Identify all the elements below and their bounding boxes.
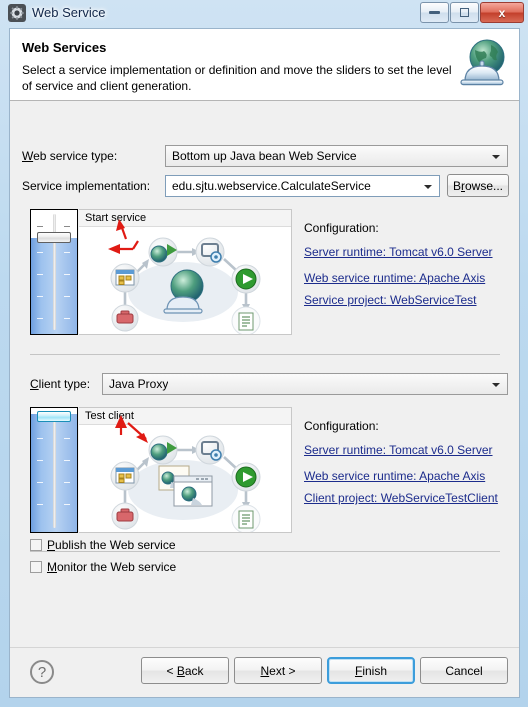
back-button[interactable]: < Back [141, 657, 229, 684]
web-service-type-value: Bottom up Java bean Web Service [172, 149, 357, 163]
window-controls: x [419, 2, 524, 23]
page-description: Select a service implementation or defin… [22, 63, 452, 93]
chevron-down-icon [492, 383, 500, 387]
back-label: < Back [166, 663, 204, 678]
publish-web-service-checkbox[interactable] [30, 539, 42, 551]
service-implementation-value: edu.sjtu.webservice.CalculateService [172, 179, 371, 193]
help-icon: ? [37, 663, 47, 681]
publish-web-service-label: Publish the Web service [47, 538, 176, 552]
close-button[interactable]: x [480, 2, 524, 23]
help-button[interactable]: ? [30, 660, 54, 684]
client-config-title: Configuration: [304, 419, 379, 433]
globe-service-icon [451, 33, 513, 95]
browse-label: Browse... [452, 178, 504, 193]
browse-button[interactable]: Browse... [447, 174, 509, 197]
service-slider-panel: Start service [30, 209, 292, 335]
next-button[interactable]: Next > [234, 657, 322, 684]
page-title: Web Services [22, 40, 107, 55]
client-type-combo[interactable]: Java Proxy [102, 373, 508, 395]
monitor-web-service-checkbox[interactable] [30, 561, 42, 573]
client-link-web-service-runtime[interactable]: Web service runtime: Apache Axis [304, 469, 485, 483]
finish-label: Finish [354, 663, 388, 678]
restore-button[interactable] [450, 2, 479, 23]
service-annotation-arrows [108, 219, 139, 254]
section-separator-1 [30, 354, 500, 355]
next-label: Next > [260, 663, 296, 678]
client-slider-rail [53, 412, 56, 528]
cancel-label: Cancel [445, 663, 483, 678]
service-config-title: Configuration: [304, 221, 379, 235]
minimize-icon [429, 11, 440, 14]
window-title: Web Service [32, 5, 106, 20]
web-service-wizard-window: Web Service x Web Services Select a serv… [0, 0, 528, 707]
web-service-type-label: Web service type: [22, 149, 118, 163]
wizard-header: Web Services Select a service implementa… [10, 29, 519, 101]
publish-web-service-row[interactable]: Publish the Web service [30, 538, 176, 552]
service-link-server-runtime[interactable]: Server runtime: Tomcat v6.0 Server [304, 245, 493, 259]
client-slider-panel: Test client [30, 407, 292, 533]
dialog-button-bar: ? < Back Next > Finish Cancel [10, 647, 519, 697]
dialog-body: Web Services Select a service implementa… [9, 28, 520, 698]
monitor-web-service-label: Monitor the Web service [47, 560, 177, 574]
service-link-web-service-runtime[interactable]: Web service runtime: Apache Axis [304, 271, 485, 285]
web-service-type-combo[interactable]: Bottom up Java bean Web Service [165, 145, 508, 167]
client-link-client-project[interactable]: Client project: WebServiceTestClient [304, 491, 498, 505]
service-implementation-label: Service implementation: [22, 179, 151, 193]
client-type-label: Client type: [30, 377, 91, 391]
minimize-button[interactable] [420, 2, 449, 23]
close-icon: x [498, 5, 506, 20]
restore-icon [460, 8, 469, 17]
gear-icon [8, 4, 26, 22]
title-bar: Web Service x [0, 0, 528, 27]
finish-button[interactable]: Finish [327, 657, 415, 684]
client-link-server-runtime[interactable]: Server runtime: Tomcat v6.0 Server [304, 443, 493, 457]
service-implementation-combo[interactable]: edu.sjtu.webservice.CalculateService [165, 175, 440, 197]
service-link-service-project[interactable]: Service project: WebServiceTest [304, 293, 477, 307]
client-annotation-arrows [115, 415, 148, 443]
monitor-web-service-row[interactable]: Monitor the Web service [30, 560, 176, 574]
cancel-button[interactable]: Cancel [420, 657, 508, 684]
client-type-value: Java Proxy [109, 377, 169, 391]
chevron-down-icon [424, 185, 432, 189]
chevron-down-icon [492, 155, 500, 159]
